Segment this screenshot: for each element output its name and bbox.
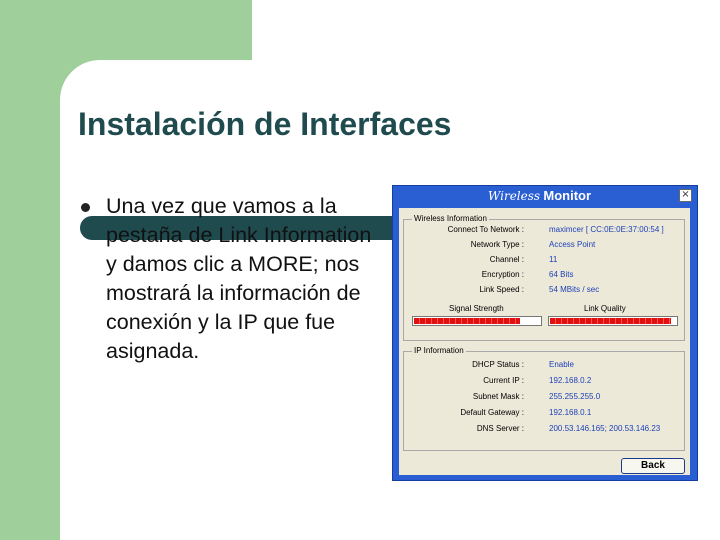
info-value: 200.53.146.165; 200.53.146.23 — [549, 424, 661, 433]
info-value: Enable — [549, 360, 574, 369]
bullet-text: Una vez que vamos a la pestaña de Link I… — [106, 194, 372, 363]
wireless-information-group: Wireless Information Connect To Network … — [403, 214, 685, 341]
info-row: Encryption : 64 Bits — [404, 270, 674, 282]
info-value: 192.168.0.2 — [549, 376, 592, 385]
info-label: DNS Server : — [476, 424, 524, 433]
info-row: Network Type : Access Point — [404, 240, 674, 252]
info-row: DHCP Status : Enable — [404, 360, 674, 372]
info-row: DNS Server : 200.53.146.165; 200.53.146.2… — [404, 424, 674, 436]
info-label: Channel : — [489, 255, 524, 264]
info-value: 192.168.0.1 — [549, 408, 592, 417]
info-value: 64 Bits — [549, 270, 574, 279]
link-quality-bar — [548, 316, 678, 326]
info-label: DHCP Status : — [472, 360, 524, 369]
bullet-dot-icon — [81, 203, 90, 212]
decor-green-left — [0, 0, 60, 540]
window-titlebar[interactable]: Wireless Monitor × — [393, 186, 697, 208]
link-quality-label: Link Quality — [584, 304, 626, 313]
info-row: Current IP : 192.168.0.2 — [404, 376, 674, 388]
info-value: 11 — [549, 255, 558, 264]
back-button[interactable]: Back — [621, 458, 685, 474]
info-value: maximcer [ CC:0E:0E:37:00:54 ] — [549, 225, 664, 234]
ip-information-group: IP Information DHCP Status : Enable Curren… — [403, 346, 685, 451]
wireless-monitor-window: Wireless Monitor × Wireless Information … — [392, 185, 698, 481]
signal-strength-bar — [412, 316, 542, 326]
info-label: Link Speed : — [479, 285, 524, 294]
info-row: Channel : 11 — [404, 255, 674, 267]
slide-title: Instalación de Interfaces — [78, 106, 452, 142]
wireless-group-label: Wireless Information — [412, 214, 489, 223]
signal-strength-fill — [414, 318, 520, 324]
info-row: Default Gateway : 192.168.0.1 — [404, 408, 674, 420]
info-row: Subnet Mask : 255.255.255.0 — [404, 392, 674, 404]
window-title: Wireless Monitor — [488, 188, 591, 203]
info-row: Link Speed : 54 MBits / sec — [404, 285, 674, 297]
info-value: 54 MBits / sec — [549, 285, 600, 294]
info-value: Access Point — [549, 240, 596, 249]
info-label: Network Type : — [470, 240, 524, 249]
window-title-italic: Wireless — [488, 189, 541, 203]
info-label: Default Gateway : — [460, 408, 524, 417]
window-body: Wireless Information Connect To Network … — [399, 208, 690, 475]
signal-strength-label: Signal Strength — [449, 304, 504, 313]
ip-group-label: IP Information — [412, 346, 466, 355]
info-label: Connect To Network : — [447, 225, 524, 234]
info-value: 255.255.255.0 — [549, 392, 601, 401]
info-label: Subnet Mask : — [472, 392, 524, 401]
info-label: Encryption : — [481, 270, 524, 279]
link-quality-fill — [550, 318, 671, 324]
info-row: Connect To Network : maximcer [ CC:0E:0E:… — [404, 225, 674, 237]
info-label: Current IP : — [483, 376, 524, 385]
window-title-bold: Monitor — [543, 188, 592, 203]
close-icon[interactable]: × — [679, 189, 692, 202]
